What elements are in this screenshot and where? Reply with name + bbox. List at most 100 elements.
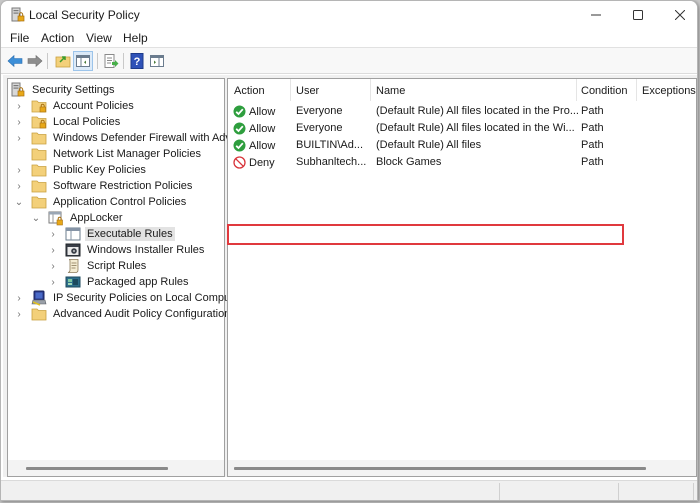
column-divider[interactable]: [290, 79, 291, 101]
tree-item-software-restriction-policies[interactable]: › Software Restriction Policies: [14, 178, 194, 194]
security-policy-icon: [10, 7, 26, 23]
table-row[interactable]: Deny Subhanltech... Block Games Path: [228, 154, 696, 171]
tree-item-executable-rules[interactable]: › Executable Rules: [48, 226, 175, 242]
name-cell: (Default Rule) All files: [376, 139, 482, 151]
condition-cell: Path: [581, 105, 604, 117]
tree-root-security-settings[interactable]: Security Settings: [10, 82, 117, 98]
tree-item-network-list-manager[interactable]: Network List Manager Policies: [14, 146, 203, 162]
tree-label: AppLocker: [70, 212, 123, 224]
folder-icon: [31, 162, 47, 178]
chevron-right-icon[interactable]: ›: [14, 306, 24, 322]
user-cell: Everyone: [296, 122, 343, 134]
help-icon: ?: [130, 53, 144, 69]
action-text: Allow: [249, 122, 276, 135]
maximize-button[interactable]: [615, 1, 661, 29]
column-divider[interactable]: [370, 79, 371, 101]
table-row[interactable]: Allow Everyone (Default Rule) All files …: [228, 120, 696, 137]
column-header-action[interactable]: Action: [234, 85, 265, 97]
column-divider[interactable]: [576, 79, 577, 101]
tree-scroll-thumb[interactable]: [26, 467, 168, 470]
forward-arrow-icon: [27, 54, 43, 68]
show-hide-console-tree-icon: [76, 55, 90, 67]
highlighted-rule-annotation: [227, 224, 624, 245]
status-divider: [693, 483, 694, 500]
up-one-level-button[interactable]: [53, 51, 73, 71]
chevron-right-icon[interactable]: ›: [48, 226, 58, 242]
tree-label: Executable Rules: [85, 227, 175, 241]
chevron-right-icon[interactable]: ›: [48, 258, 58, 274]
condition-cell: Path: [581, 156, 604, 168]
chevron-down-icon[interactable]: ⌄: [31, 210, 41, 226]
action-text: Allow: [249, 105, 276, 118]
tree-item-applocker[interactable]: ⌄ AppLocker: [31, 210, 125, 226]
column-header-exceptions[interactable]: Exceptions: [642, 85, 696, 97]
table-row[interactable]: Allow BUILTIN\Ad... (Default Rule) All f…: [228, 137, 696, 154]
back-arrow-icon: [7, 54, 23, 68]
local-security-policy-window: Local Security Policy File Action View H…: [0, 0, 698, 501]
tree-item-advanced-audit-policy[interactable]: › Advanced Audit Policy Configuration: [14, 306, 232, 322]
chevron-right-icon[interactable]: ›: [48, 242, 58, 258]
toolbar-separator: [123, 53, 124, 69]
content-area: Security Settings › Account Policies › L…: [3, 75, 697, 477]
chevron-right-icon[interactable]: ›: [14, 114, 24, 130]
help-button[interactable]: ?: [127, 51, 147, 71]
close-button[interactable]: [657, 1, 697, 29]
chevron-right-icon[interactable]: ›: [14, 162, 24, 178]
chevron-right-icon[interactable]: ›: [14, 290, 24, 306]
tree-item-local-policies[interactable]: › Local Policies: [14, 114, 122, 130]
column-header-user[interactable]: User: [296, 85, 319, 97]
user-cell: Subhanltech...: [296, 156, 367, 168]
tree-item-windows-installer-rules[interactable]: › Windows Installer Rules: [48, 242, 206, 258]
tree-label: Advanced Audit Policy Configuration: [53, 308, 231, 320]
tree-label: Script Rules: [87, 260, 147, 272]
show-hide-console-tree-button[interactable]: [73, 51, 93, 71]
tree-horizontal-scrollbar[interactable]: [8, 460, 224, 476]
toolbar: ?: [1, 48, 697, 74]
chevron-right-icon[interactable]: ›: [14, 178, 24, 194]
user-cell: BUILTIN\Ad...: [296, 139, 364, 151]
list-scroll-thumb[interactable]: [234, 467, 646, 470]
menu-bar: File Action View Help: [1, 29, 697, 48]
chevron-right-icon[interactable]: ›: [14, 130, 24, 146]
forward-button[interactable]: [25, 51, 45, 71]
status-divider: [499, 483, 500, 500]
column-header-name[interactable]: Name: [376, 85, 405, 97]
action-cell: Allow: [233, 122, 275, 135]
tree-item-public-key-policies[interactable]: › Public Key Policies: [14, 162, 148, 178]
export-list-button[interactable]: [101, 51, 121, 71]
window-rules-icon: [65, 226, 81, 242]
tree-item-packaged-app-rules[interactable]: › Packaged app Rules: [48, 274, 191, 290]
deny-icon: [233, 156, 246, 169]
menu-action[interactable]: Action: [41, 31, 74, 45]
console-tree[interactable]: Security Settings › Account Policies › L…: [7, 78, 239, 477]
action-text: Deny: [249, 156, 275, 169]
column-header-condition[interactable]: Condition: [581, 85, 627, 97]
tree-label: Windows Defender Firewall with Adva: [53, 132, 238, 144]
rules-list[interactable]: Action User Name Condition Exceptions Al…: [227, 78, 697, 477]
tree-item-ip-security-policies[interactable]: › IP Security Policies on Local Compute: [14, 290, 241, 306]
list-horizontal-scrollbar[interactable]: [228, 460, 696, 476]
installer-icon: [65, 242, 81, 258]
menu-file[interactable]: File: [10, 31, 29, 45]
folder-icon: [31, 146, 47, 162]
tree-label: Packaged app Rules: [87, 276, 189, 288]
column-divider[interactable]: [636, 79, 637, 101]
chevron-right-icon[interactable]: ›: [48, 274, 58, 290]
menu-view[interactable]: View: [86, 31, 112, 45]
menu-help[interactable]: Help: [123, 31, 148, 45]
table-row[interactable]: Allow Everyone (Default Rule) All files …: [228, 103, 696, 120]
back-button[interactable]: [5, 51, 25, 71]
chevron-down-icon[interactable]: ⌄: [14, 194, 24, 210]
action-text: Allow: [249, 139, 276, 152]
minimize-button[interactable]: [573, 1, 619, 29]
folder-icon: [31, 194, 47, 210]
action-cell: Allow: [233, 105, 275, 118]
locked-folder-icon: [31, 114, 47, 130]
tree-item-windows-defender-firewall[interactable]: › Windows Defender Firewall with Adva: [14, 130, 239, 146]
tree-item-script-rules[interactable]: › Script Rules: [48, 258, 148, 274]
tree-item-application-control-policies[interactable]: ⌄ Application Control Policies: [14, 194, 188, 210]
chevron-right-icon[interactable]: ›: [14, 98, 24, 114]
tree-label: Security Settings: [32, 84, 115, 96]
show-hide-action-pane-button[interactable]: [147, 51, 167, 71]
tree-item-account-policies[interactable]: › Account Policies: [14, 98, 136, 114]
